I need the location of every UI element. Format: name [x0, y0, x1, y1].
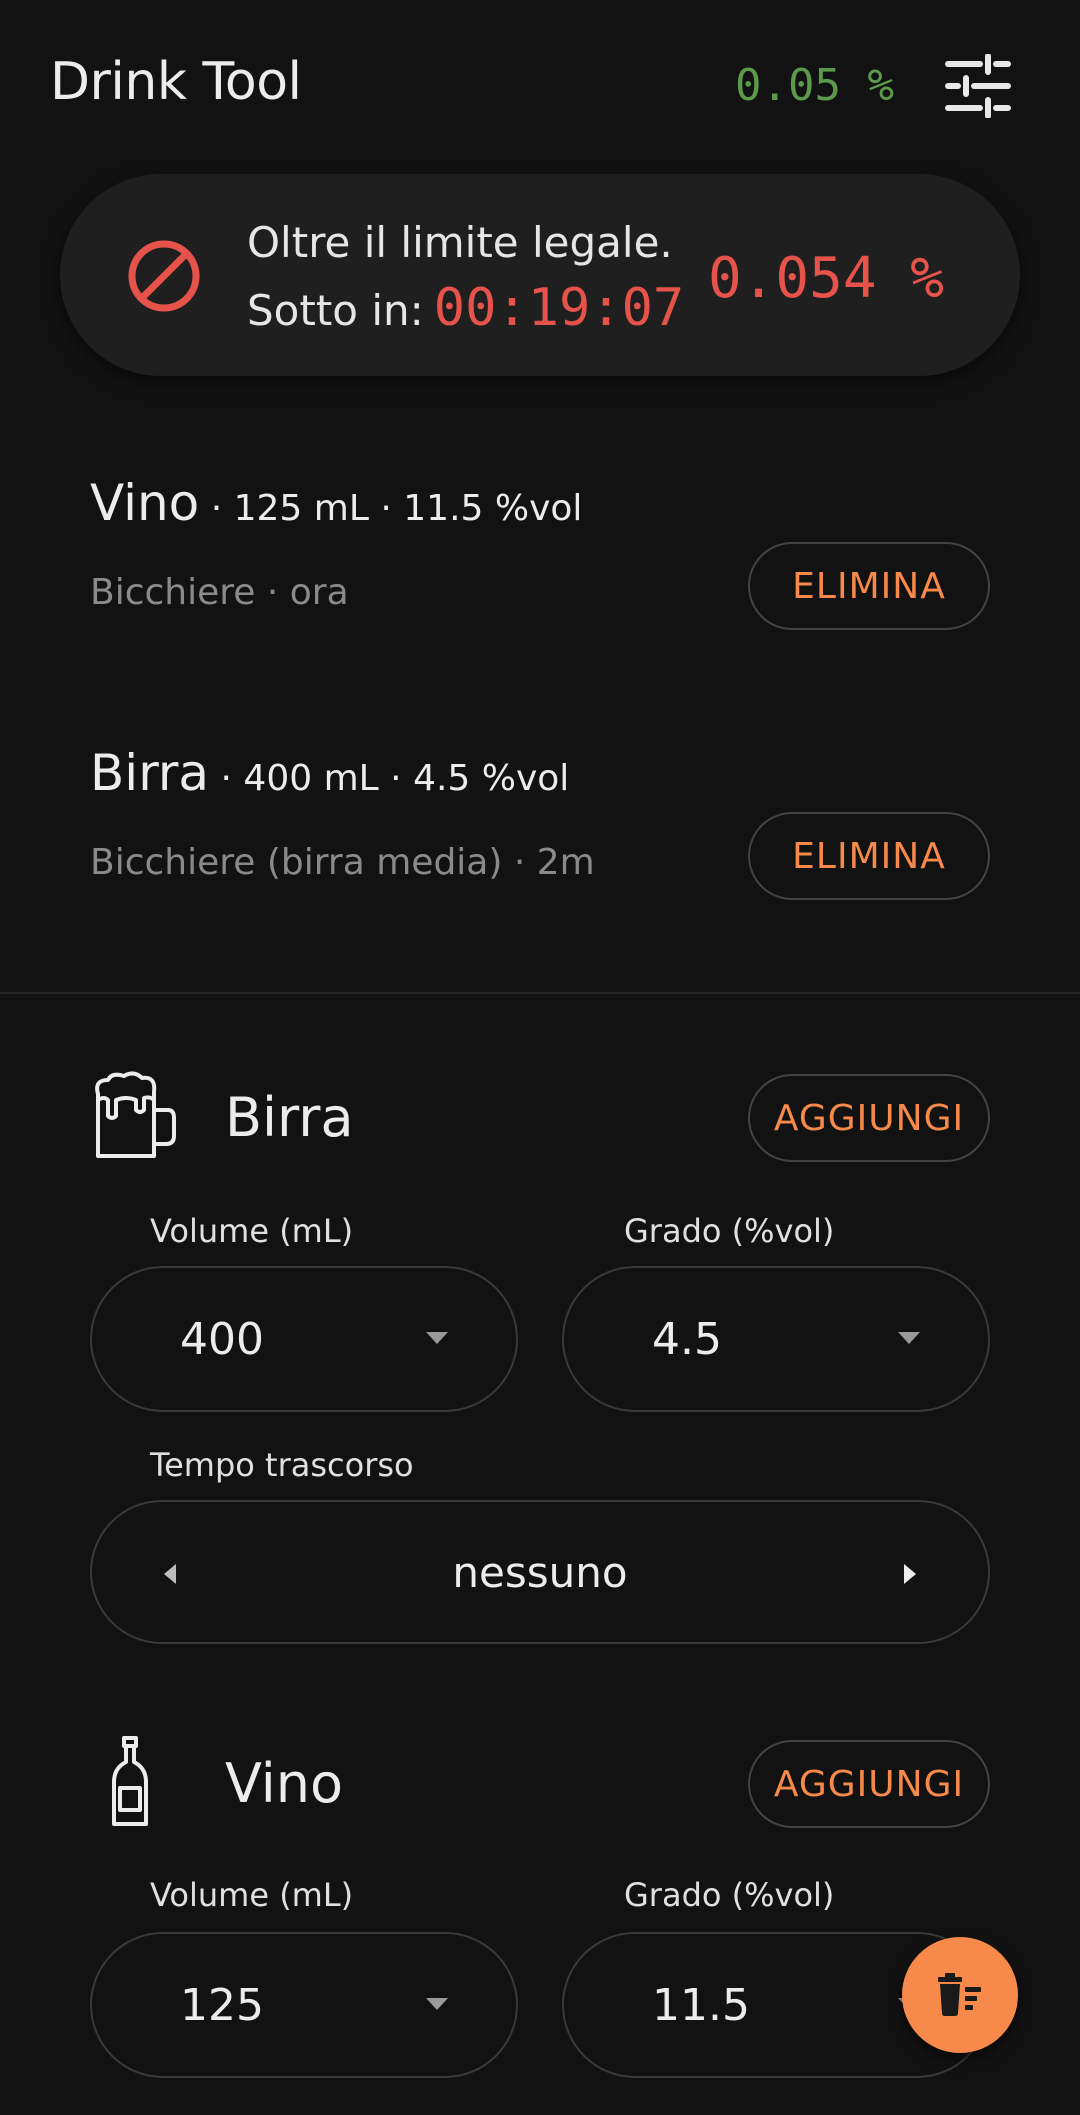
drink-log-item: Vino · 125 mL · 11.5 %vol Bicchiere · or…: [90, 474, 990, 654]
app-screen: Drink Tool 0.05 % Oltre il limite legale…: [0, 0, 1080, 2115]
countdown-timer: 00:19:07: [433, 278, 685, 338]
drink-log-subtitle: Bicchiere · ora: [90, 572, 349, 613]
caret-down-icon: [426, 1998, 448, 2010]
wine-volume-dropdown[interactable]: 125: [90, 1932, 518, 2078]
separator: ·: [368, 488, 404, 529]
abv-label: Grado (%vol): [624, 1876, 835, 1914]
countdown-label: Sotto in:: [247, 286, 424, 335]
separator: ·: [199, 488, 234, 529]
dropdown-value: 11.5: [652, 1980, 750, 2031]
drink-log-subtitle: Bicchiere (birra media) · 2m: [90, 842, 595, 883]
drink-abv: 11.5 %vol: [403, 488, 583, 529]
add-wine-button[interactable]: AGGIUNGI: [748, 1740, 990, 1828]
abv-label: Grado (%vol): [624, 1212, 835, 1250]
bac-status-card: Oltre il limite legale. Sotto in: 00:19:0…: [60, 174, 1020, 376]
stepper-value: nessuno: [452, 1548, 628, 1597]
volume-label: Volume (mL): [150, 1876, 354, 1914]
dropdown-value: 400: [180, 1314, 264, 1365]
drink-name: Vino: [90, 474, 200, 532]
status-message: Oltre il limite legale.: [247, 218, 673, 267]
delete-button[interactable]: ELIMINA: [748, 812, 990, 900]
delete-list-icon: [938, 1973, 981, 2016]
drink-volume: 125: [233, 488, 303, 529]
beer-abv-dropdown[interactable]: 4.5: [562, 1266, 990, 1412]
clear-drinks-fab[interactable]: [902, 1937, 1018, 2053]
add-beer-button[interactable]: AGGIUNGI: [748, 1074, 990, 1162]
beer-mug-icon: [90, 1070, 180, 1160]
header-bac-value: 0.05 %: [735, 60, 894, 111]
drink-unit: mL: [313, 488, 369, 529]
separator: ·: [378, 758, 414, 799]
app-title: Drink Tool: [50, 52, 302, 112]
status-bac-value: 0.054 %: [707, 246, 944, 311]
divider: [0, 992, 1080, 994]
elapsed-label: Tempo trascorso: [150, 1446, 414, 1484]
settings-sliders-icon[interactable]: [944, 53, 1014, 119]
drink-log-title: Vino · 125 mL · 11.5 %vol: [90, 474, 582, 532]
separator: ·: [209, 758, 244, 799]
drink-log-title: Birra · 400 mL · 4.5 %vol: [90, 744, 569, 802]
drink-abv: 4.5 %vol: [413, 758, 570, 799]
drink-unit: mL: [323, 758, 379, 799]
dropdown-value: 125: [180, 1980, 264, 2031]
status-countdown-row: Sotto in: 00:19:07: [247, 278, 684, 338]
delete-button[interactable]: ELIMINA: [748, 542, 990, 630]
caret-down-icon: [426, 1332, 448, 1344]
drink-name: Birra: [90, 744, 210, 802]
wine-bottle-icon: [90, 1736, 180, 1826]
section-title: Vino: [225, 1752, 344, 1815]
volume-label: Volume (mL): [150, 1212, 354, 1250]
beer-volume-dropdown[interactable]: 400: [90, 1266, 518, 1412]
drink-log-item: Birra · 400 mL · 4.5 %vol Bicchiere (bir…: [90, 744, 990, 924]
elapsed-time-stepper: nessuno: [90, 1500, 990, 1644]
next-arrow-icon[interactable]: [888, 1554, 928, 1594]
caret-down-icon: [898, 1332, 920, 1344]
prohibited-icon: [126, 238, 202, 314]
drink-volume: 400: [243, 758, 313, 799]
dropdown-value: 4.5: [652, 1314, 722, 1365]
section-title: Birra: [225, 1086, 354, 1149]
